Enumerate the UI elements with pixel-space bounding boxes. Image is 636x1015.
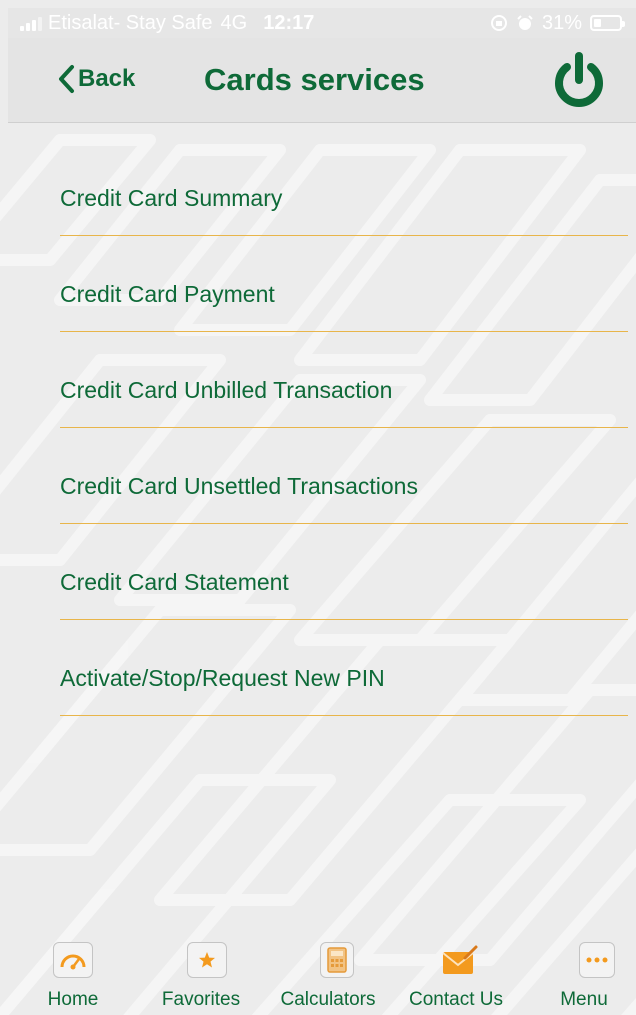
menu-item-credit-card-statement[interactable]: Credit Card Statement (60, 524, 628, 620)
menu-item-credit-card-unsettled-transactions[interactable]: Credit Card Unsettled Transactions (60, 428, 628, 524)
menu-item-label: Credit Card Unsettled Transactions (60, 473, 418, 499)
menu-item-credit-card-payment[interactable]: Credit Card Payment (60, 236, 628, 332)
menu-item-label: Credit Card Summary (60, 185, 283, 211)
signal-icon (20, 15, 42, 31)
back-button[interactable]: Back (56, 64, 135, 94)
tab-calculators[interactable]: Calculators (258, 940, 394, 1015)
orientation-lock-icon (490, 15, 507, 31)
tab-favorites[interactable]: Favorites (145, 940, 258, 1015)
tab-menu[interactable]: Menu (522, 940, 636, 1015)
more-dots-icon (579, 942, 615, 978)
status-bar: Etisalat- Stay Safe 4G 12:17 31% (8, 8, 636, 38)
tab-home[interactable]: Home (0, 940, 145, 1015)
tab-label: Home (47, 989, 99, 1010)
battery-icon (590, 15, 625, 31)
network-type: 4G (220, 11, 248, 34)
menu-item-label: Activate/Stop/Request New PIN (60, 665, 385, 691)
menu-item-credit-card-summary[interactable]: Credit Card Summary (60, 140, 628, 236)
speedometer-icon (53, 942, 93, 978)
battery-level-fill (594, 19, 601, 27)
tab-label: Favorites (161, 989, 241, 1010)
back-label: Back (78, 65, 136, 92)
tab-contact-us[interactable]: Contact Us (394, 940, 522, 1015)
menu-item-activate-stop-request-new-pin[interactable]: Activate/Stop/Request New PIN (60, 620, 628, 716)
carrier-name: Etisalat- Stay Safe (48, 11, 213, 34)
star-icon (187, 942, 227, 978)
calculator-icon (320, 942, 354, 978)
tab-label: Menu (560, 989, 608, 1010)
page-title: Cards services (204, 62, 425, 97)
battery-percent: 31% (541, 11, 582, 34)
chevron-left-icon (59, 65, 74, 93)
menu-item-credit-card-unbilled-transaction[interactable]: Credit Card Unbilled Transaction (60, 332, 628, 428)
tab-label: Contact Us (409, 989, 503, 1010)
menu-item-label: Credit Card Unbilled Transaction (60, 377, 393, 403)
bottom-tab-bar: Home Favorites Calculators Contact Us Me… (0, 940, 636, 1015)
power-icon[interactable] (548, 50, 610, 112)
alarm-icon (517, 15, 533, 30)
menu-item-label: Credit Card Payment (60, 281, 275, 307)
tab-label: Calculators (280, 989, 376, 1010)
menu-item-label: Credit Card Statement (60, 569, 289, 595)
envelope-icon (440, 942, 480, 978)
status-time: 12:17 (263, 11, 315, 34)
navigation-bar: Back Cards services (8, 38, 636, 123)
